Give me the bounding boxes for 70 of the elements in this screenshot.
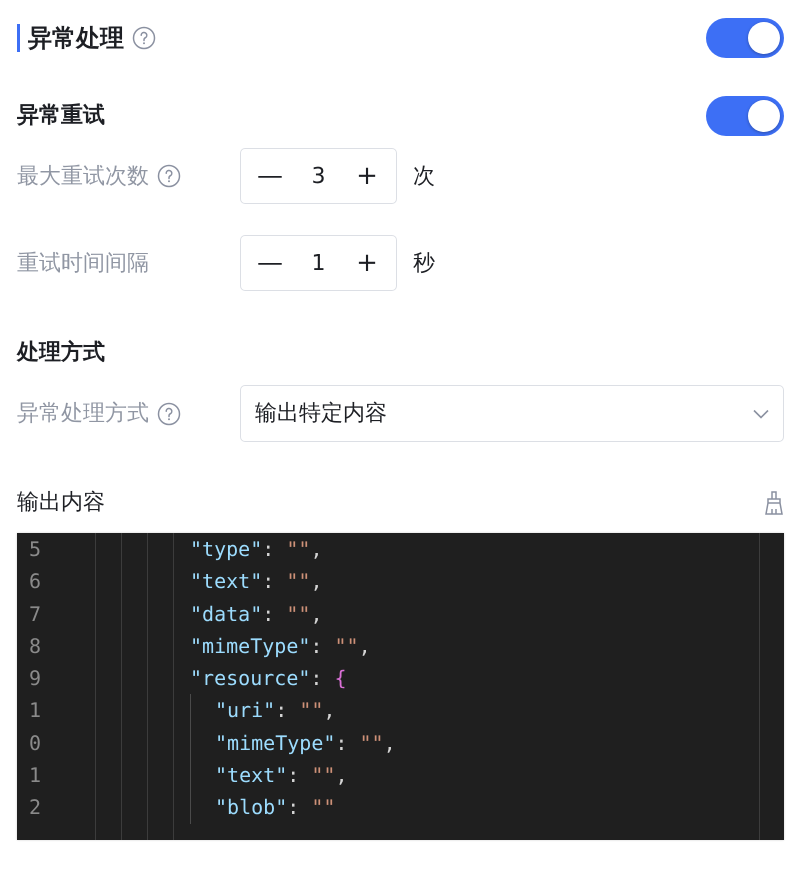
toggle-switch[interactable]	[706, 18, 784, 58]
code-key: "text"	[215, 759, 288, 792]
help-icon[interactable]	[157, 164, 181, 188]
code-punctuation: :	[287, 762, 300, 790]
line-number: 8	[29, 632, 42, 660]
code-key: "uri"	[215, 694, 276, 727]
code-string: ""	[360, 730, 384, 757]
subsection-title: 处理方式	[17, 339, 106, 367]
code-punctuation: :	[262, 568, 276, 596]
line-number: 2	[29, 794, 42, 822]
help-icon[interactable]	[132, 26, 156, 50]
code-punctuation: ,	[384, 730, 396, 757]
field-label: 最大重试次数	[17, 162, 149, 190]
number-stepper[interactable]: — 3 +	[240, 148, 397, 204]
code-string: ""	[299, 697, 324, 724]
number-stepper[interactable]: — 1 +	[240, 235, 397, 291]
select-field[interactable]: 输出特定内容	[240, 385, 784, 442]
code-string: ""	[334, 632, 359, 660]
chevron-down-icon	[753, 408, 769, 418]
unit-label: 次	[413, 162, 435, 190]
code-punctuation: :	[335, 730, 348, 757]
line-number: 9	[29, 665, 42, 692]
line-number: 1	[29, 762, 42, 790]
line-number: 7	[29, 600, 42, 628]
code-punctuation: :	[310, 632, 324, 660]
broom-icon[interactable]	[764, 490, 784, 514]
code-punctuation: ,	[323, 697, 336, 724]
code-punctuation: :	[262, 536, 276, 563]
code-punctuation: ,	[358, 632, 371, 660]
code-key: "blob"	[215, 791, 288, 824]
code-key: "data"	[190, 598, 262, 630]
code-key: "mimeType"	[215, 726, 336, 760]
code-string: ""	[286, 536, 310, 563]
code-key: "type"	[190, 533, 262, 566]
stepper-value: 1	[312, 250, 326, 278]
field-label: 异常处理方式	[17, 400, 149, 428]
code-key: "text"	[190, 565, 262, 598]
code-editor[interactable]: 5 6 7 8 9 1 0 1 2 "type": "", "text": "", "data": "", "mimeType": "", "resource": { "uri": "", "mimeType": "", "text": "", "blob": ""	[17, 533, 784, 840]
stepper-value: 3	[312, 162, 326, 190]
code-punctuation: ,	[335, 762, 348, 790]
line-number: 5	[29, 536, 42, 563]
code-punctuation: :	[310, 665, 324, 692]
select-value: 输出特定内容	[255, 400, 387, 428]
plus-button[interactable]: +	[350, 163, 384, 189]
code-punctuation: ,	[310, 536, 322, 563]
code-punctuation: ,	[310, 568, 322, 596]
code-string: ""	[286, 568, 310, 596]
help-icon[interactable]	[157, 402, 181, 426]
code-punctuation: :	[262, 600, 276, 628]
code-string: ""	[311, 794, 336, 822]
code-key: "mimeType"	[190, 630, 310, 662]
code-string: ""	[286, 600, 310, 628]
line-number: 1	[29, 697, 42, 724]
code-brace: {	[334, 665, 347, 692]
toggle-switch[interactable]	[706, 96, 784, 136]
minus-button[interactable]: —	[253, 163, 287, 189]
code-punctuation: :	[287, 794, 300, 822]
plus-button[interactable]: +	[350, 250, 384, 276]
unit-label: 秒	[413, 250, 435, 278]
code-string: ""	[311, 762, 336, 790]
subsection-title: 异常重试	[17, 102, 105, 130]
field-label: 重试时间间隔	[17, 250, 149, 278]
line-number: 6	[29, 568, 42, 596]
minus-button[interactable]: —	[253, 250, 287, 276]
field-title: 输出内容	[17, 489, 105, 517]
section-title: 异常处理	[17, 24, 124, 52]
code-key: "resource"	[190, 662, 310, 694]
code-punctuation: :	[275, 697, 288, 724]
code-punctuation: ,	[310, 600, 322, 628]
line-number: 0	[29, 730, 42, 757]
